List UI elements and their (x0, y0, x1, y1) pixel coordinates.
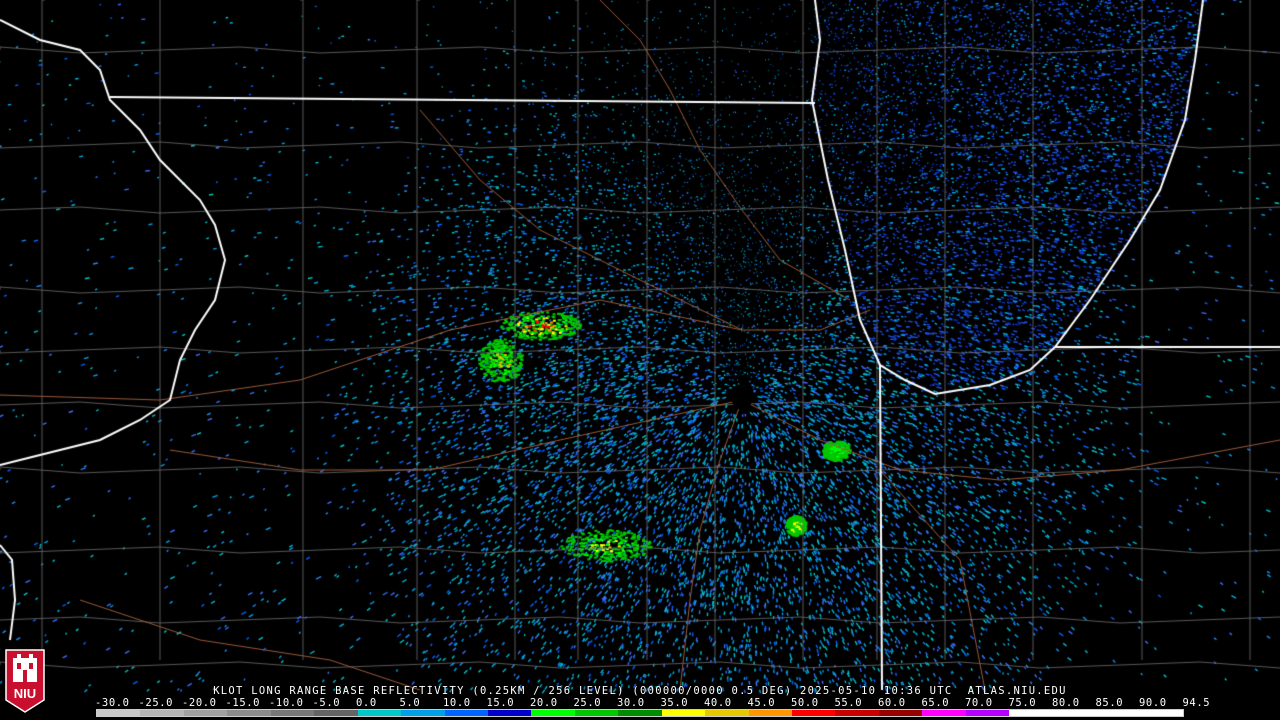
scale-tick-label: -30.0 (95, 697, 130, 709)
color-bar-segment (748, 710, 792, 716)
color-bar-segment (835, 710, 879, 716)
color-bar-segment (227, 710, 271, 716)
scale-tick-label: 60.0 (878, 697, 906, 709)
color-bar-segment (574, 710, 619, 716)
scale-tick-label: 45.0 (747, 697, 776, 709)
reflectivity-color-bar (96, 709, 1184, 717)
niu-logo-icon: NIU (5, 649, 45, 713)
color-bar-segment (444, 710, 488, 716)
scale-tick-label: 55.0 (834, 697, 863, 709)
scale-tick-label: 65.0 (921, 697, 950, 709)
radar-map-canvas (0, 0, 1280, 720)
scale-tick-label: 40.0 (704, 697, 732, 709)
scale-tick-label: 15.0 (486, 697, 515, 709)
color-bar-segment (661, 710, 706, 716)
scale-tick-label: 75.0 (1008, 697, 1037, 709)
color-bar-segment (487, 710, 532, 716)
color-bar-segment (183, 710, 228, 716)
color-bar-segment (357, 710, 402, 716)
scale-tick-label: 50.0 (791, 697, 819, 709)
scale-tick-label: -15.0 (225, 697, 261, 709)
color-bar-segment (922, 710, 966, 716)
color-bar-segment (878, 710, 923, 716)
scale-tick-label: -10.0 (269, 697, 304, 709)
color-bar-segment (97, 710, 141, 716)
scale-tick-label: 5.0 (399, 697, 421, 709)
color-bar-segment (401, 710, 445, 716)
color-bar-segment (531, 710, 575, 716)
color-bar-segment (1096, 710, 1140, 716)
color-bar-segment (792, 710, 836, 716)
scale-tick-label: 90.0 (1139, 697, 1167, 709)
color-bar-segment (314, 710, 358, 716)
scale-tick-label: -25.0 (138, 697, 174, 709)
scale-tick-label: -5.0 (312, 697, 341, 709)
scale-tick-label: 70.0 (965, 697, 993, 709)
scale-tick-label: 35.0 (660, 697, 689, 709)
color-bar-segment (705, 710, 749, 716)
scale-tick-label: -20.0 (182, 697, 217, 709)
product-caption: KLOT LONG RANGE BASE REFLECTIVITY (0.25K… (213, 685, 1067, 697)
scale-tick-label: 85.0 (1095, 697, 1124, 709)
color-bar-segment (618, 710, 662, 716)
logo-text: NIU (14, 686, 36, 701)
scale-tick-label: 30.0 (617, 697, 645, 709)
color-bar-segment (1009, 710, 1053, 716)
color-bar-segment (270, 710, 315, 716)
scale-tick-label: 25.0 (573, 697, 602, 709)
scale-tick-label: 80.0 (1052, 697, 1080, 709)
color-bar-segment (965, 710, 1010, 716)
color-bar-segment (1139, 710, 1183, 716)
color-bar-segment (140, 710, 184, 716)
scale-tick-label: 0.0 (356, 697, 377, 709)
scale-tick-label: 10.0 (443, 697, 471, 709)
scale-tick-label: 94.5 (1182, 697, 1211, 709)
scale-tick-label: 20.0 (530, 697, 558, 709)
color-scale-labels: -30.0 -25.0 -20.0 -15.0 -10.0 -5.0 0.0 5.0 10.0 1… (0, 697, 1280, 709)
color-bar-segment (1052, 710, 1097, 716)
